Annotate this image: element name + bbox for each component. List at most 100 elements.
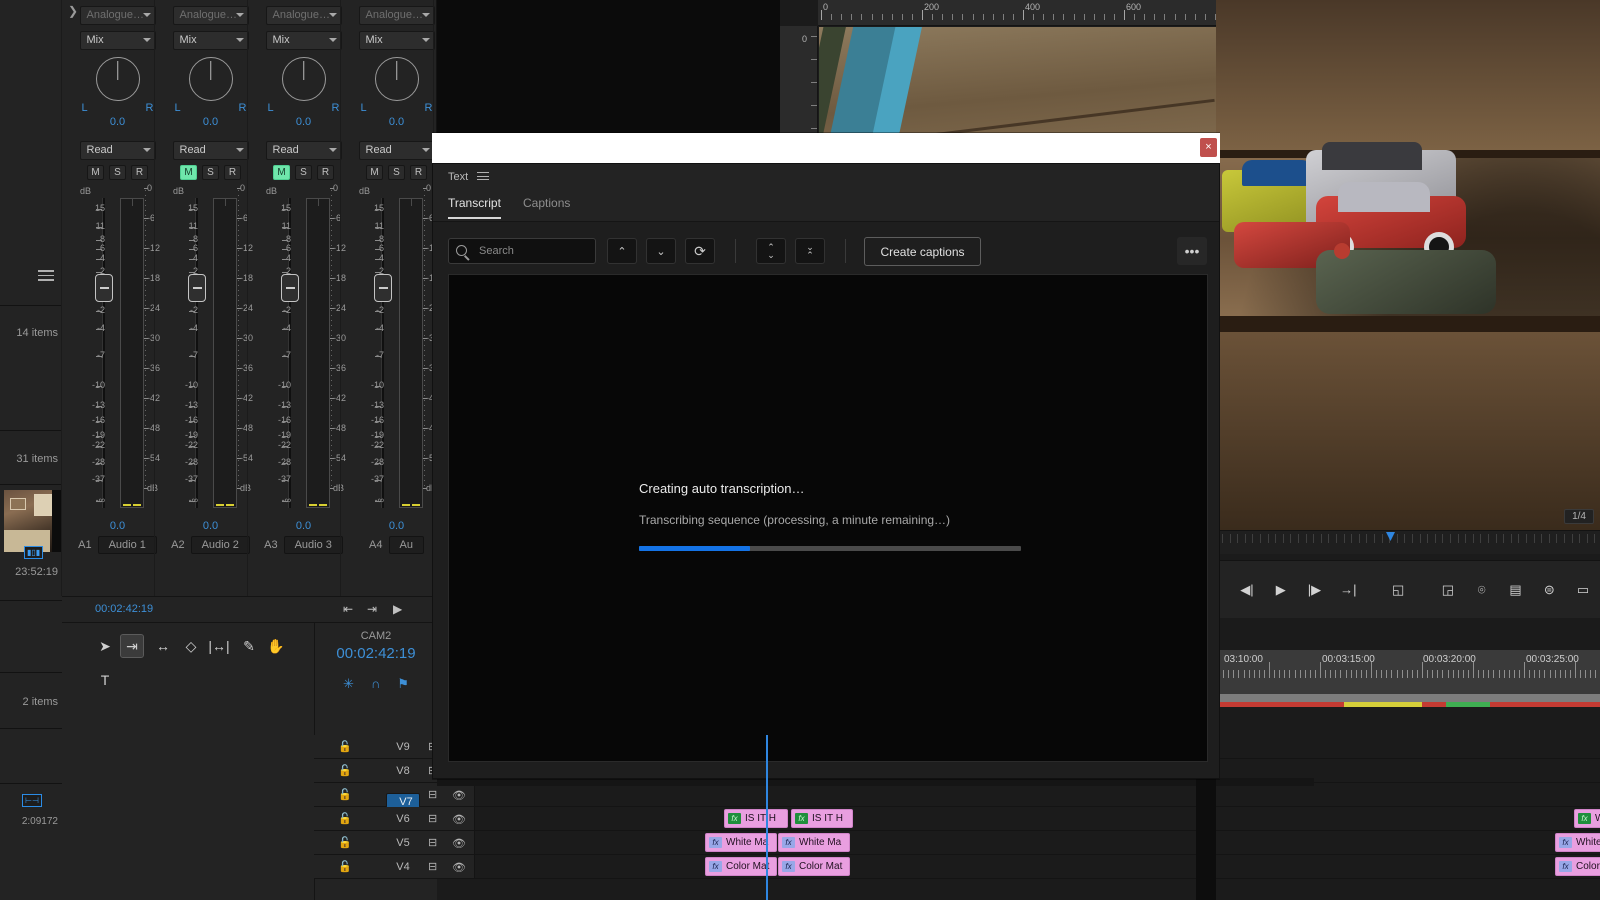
eye-icon[interactable]: 👁 <box>452 813 466 826</box>
timeline-clip[interactable]: fx Color Mat <box>778 857 850 876</box>
timeline-clip[interactable]: fx IS IT H <box>791 809 853 828</box>
mixer-timecode[interactable]: 00:02:42:19 <box>95 603 153 615</box>
close-icon[interactable]: × <box>1200 138 1217 157</box>
unlock-icon[interactable]: 🔓 <box>338 740 352 753</box>
search-input[interactable]: Search <box>448 238 596 264</box>
solo-button[interactable]: S <box>295 165 312 180</box>
timeline-scrollbar[interactable] <box>1216 694 1600 702</box>
mute-button[interactable]: M <box>87 165 104 180</box>
sync-lock-icon[interactable]: ⊟ <box>428 860 437 873</box>
fader-handle[interactable] <box>374 274 392 302</box>
fader-handle[interactable] <box>188 274 206 302</box>
playhead-line[interactable] <box>766 735 768 900</box>
tab-transcript[interactable]: Transcript <box>448 196 501 219</box>
mute-button[interactable]: M <box>273 165 290 180</box>
timeline-track-v4[interactable]: 🔓 V4 ⊟ 👁 fx Color Mat fx Color Mat fx Co… <box>314 855 1600 879</box>
record-arm-button[interactable]: R <box>317 165 334 180</box>
sync-lock-icon[interactable]: ⊟ <box>428 836 437 849</box>
channel-volume-value[interactable]: 0.0 <box>164 520 257 532</box>
channel-mode-select[interactable]: Mix <box>266 31 342 50</box>
channel-mode-select[interactable]: Mix <box>80 31 156 50</box>
track-name[interactable]: Audio 1 <box>98 536 157 554</box>
program-monitor-image[interactable]: 1/4 <box>1216 0 1600 530</box>
search-next-button[interactable]: ⌄ <box>646 238 676 264</box>
program-monitor-scrubber[interactable] <box>1216 530 1600 554</box>
pan-knob[interactable] <box>189 57 233 101</box>
record-arm-button[interactable]: R <box>410 165 427 180</box>
fader-handle[interactable] <box>281 274 299 302</box>
eye-icon[interactable]: 👁 <box>452 789 466 802</box>
pan-value[interactable]: 0.0 <box>164 116 257 128</box>
track-lane[interactable]: fx Color Mat fx Color Mat fx Color Mat f… <box>474 855 1600 878</box>
hand-tool[interactable]: ✋ <box>265 635 287 657</box>
record-arm-button[interactable]: R <box>131 165 148 180</box>
automation-mode-select[interactable]: Read <box>173 141 249 160</box>
channel-volume-value[interactable]: 0.0 <box>350 520 443 532</box>
type-tool[interactable]: T <box>94 669 116 691</box>
search-previous-button[interactable]: ⌃ <box>607 238 637 264</box>
channel-input-select[interactable]: Analogue… <box>359 6 435 25</box>
track-name-label[interactable]: V6 <box>386 811 420 828</box>
pan-knob[interactable] <box>282 57 326 101</box>
volume-fader[interactable]: 151186420-2-4-7-10-13-16-19-22-28-37-∞ <box>174 198 210 508</box>
timeline-clip[interactable]: fx WHE <box>1574 809 1600 828</box>
unlock-icon[interactable]: 🔓 <box>338 764 352 777</box>
rate-stretch-tool[interactable]: |↔| <box>208 635 230 657</box>
timeline-clip[interactable]: fx Color Mat <box>1555 857 1600 876</box>
eye-icon[interactable]: 👁 <box>452 837 466 850</box>
extract-button[interactable]: ◲ <box>1431 573 1465 607</box>
automation-mode-select[interactable]: Read <box>359 141 435 160</box>
refresh-transcript-button[interactable]: ⟳ <box>685 238 715 264</box>
track-lane[interactable]: fx IS IT H fx IS IT H fx WHE fx WHEN <box>474 807 1600 830</box>
more-options-icon[interactable]: ••• <box>1177 237 1207 265</box>
sync-lock-icon[interactable]: ⊟ <box>428 788 437 801</box>
tab-captions[interactable]: Captions <box>523 196 570 217</box>
channel-input-select[interactable]: Analogue… <box>173 6 249 25</box>
fader-handle[interactable] <box>95 274 113 302</box>
solo-button[interactable]: S <box>388 165 405 180</box>
pan-value[interactable]: 0.0 <box>71 116 164 128</box>
comparison-view-button[interactable]: ▤ <box>1499 573 1533 607</box>
button-editor[interactable]: ▭ <box>1566 573 1600 607</box>
create-captions-button[interactable]: Create captions <box>864 237 981 266</box>
pan-value[interactable]: 0.0 <box>350 116 443 128</box>
track-name-label[interactable]: V9 <box>386 739 420 756</box>
sync-lock-icon[interactable]: ⊟ <box>428 812 437 825</box>
play-icon[interactable]: ▶ <box>393 602 402 616</box>
automation-mode-select[interactable]: Read <box>266 141 342 160</box>
timeline-clip[interactable]: fx White Ma <box>778 833 850 852</box>
magnet-icon[interactable]: ∩ <box>371 676 380 692</box>
unlock-icon[interactable]: 🔓 <box>338 812 352 825</box>
volume-fader[interactable]: 151186420-2-4-7-10-13-16-19-22-28-37-∞ <box>81 198 117 508</box>
channel-input-select[interactable]: Analogue… <box>80 6 156 25</box>
go-to-out-point-icon[interactable]: ⇥ <box>367 602 377 616</box>
track-lane[interactable] <box>474 783 1600 806</box>
unlock-icon[interactable]: 🔓 <box>338 788 352 801</box>
solo-button[interactable]: S <box>202 165 219 180</box>
volume-fader[interactable]: 151186420-2-4-7-10-13-16-19-22-28-37-∞ <box>267 198 303 508</box>
unlock-icon[interactable]: 🔓 <box>338 860 352 873</box>
export-frame-button[interactable]: ⌾ <box>1465 573 1499 607</box>
add-marker-icon[interactable]: ⚑ <box>397 676 409 692</box>
mute-button[interactable]: M <box>180 165 197 180</box>
track-name-label[interactable]: V4 <box>386 859 420 876</box>
automation-mode-select[interactable]: Read <box>80 141 156 160</box>
mute-button[interactable]: M <box>366 165 383 180</box>
rolling-edit-tool[interactable]: ◇ <box>180 635 202 657</box>
snap-icon[interactable]: ✳ <box>343 676 354 692</box>
pan-knob[interactable] <box>96 57 140 101</box>
timeline-clip[interactable]: fx White Ma <box>1555 833 1600 852</box>
timeline-playhead-timecode[interactable]: 00:02:42:19 <box>315 642 437 662</box>
eye-icon[interactable]: 👁 <box>452 861 466 874</box>
expand-all-button[interactable]: ⌃⌄ <box>756 238 786 264</box>
step-forward-button[interactable]: |▶ <box>1298 573 1332 607</box>
panel-menu-icon[interactable] <box>477 172 489 181</box>
timeline-track-v7[interactable]: 🔓 V7 ⊟ 👁 <box>314 783 1600 807</box>
track-select-forward-tool[interactable]: ⇥ <box>121 635 143 657</box>
lift-button[interactable]: ◱ <box>1381 573 1415 607</box>
ripple-edit-tool[interactable]: ↔ <box>152 635 174 657</box>
timeline-clip[interactable]: fx IS IT H <box>724 809 788 828</box>
go-to-in-point-icon[interactable]: ⇤ <box>343 602 353 616</box>
safe-margins-button[interactable]: ⊜ <box>1532 573 1566 607</box>
play-stop-button[interactable]: ▶ <box>1264 573 1298 607</box>
